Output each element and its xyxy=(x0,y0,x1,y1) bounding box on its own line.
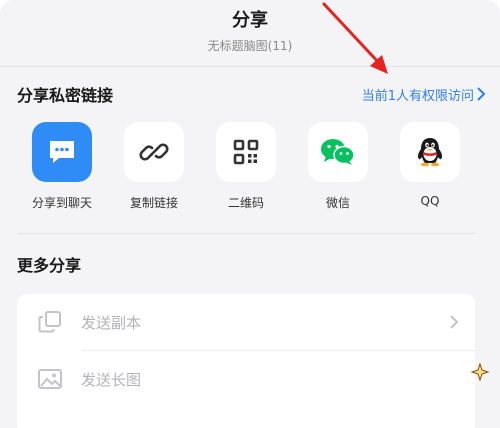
share-sheet: 分享 无标题脑图(11) 分享私密链接 当前1人有权限访问 分享到聊天 复制链接… xyxy=(0,0,500,428)
site-watermark-logo xyxy=(388,360,498,424)
sparkle-icon xyxy=(470,362,490,382)
